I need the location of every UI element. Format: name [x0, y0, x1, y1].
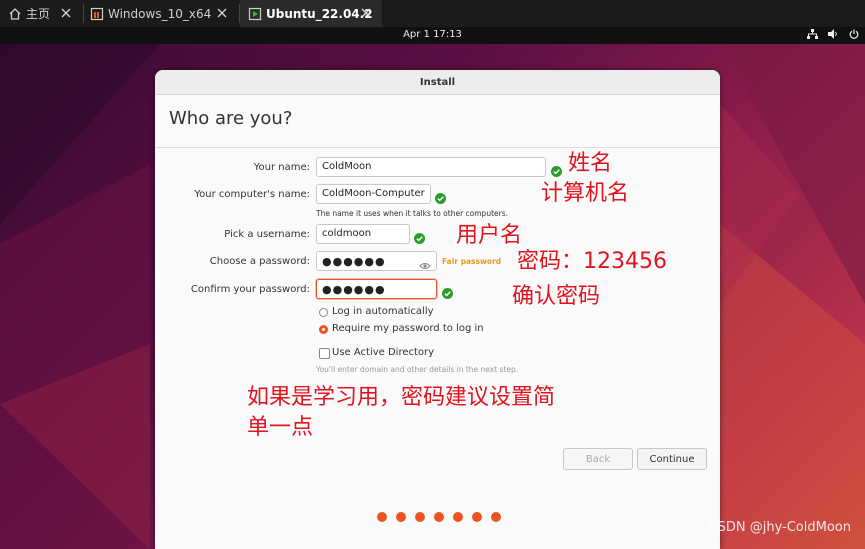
clock[interactable]: Apr 1 17:13 — [0, 29, 865, 40]
annotation-username: 用户名 — [456, 223, 523, 248]
annotation-confirm: 确认密码 — [512, 284, 601, 309]
require-password-label[interactable]: Require my password to log in — [332, 323, 484, 334]
valid-check-icon — [414, 229, 425, 244]
name-label: Your name: — [253, 162, 310, 173]
confirm-password-label: Confirm your password: — [190, 284, 310, 295]
tab-windows[interactable]: Windows_10_x64 — [84, 0, 238, 27]
annotation-advice-line1: 如果是学习用，密码建议设置简 — [247, 385, 556, 410]
password-strength: Fair password — [442, 257, 502, 266]
vm-tab-bar: 主页 Windows_10_x64 Ubuntu_22.04.2 — [0, 0, 865, 28]
login-auto-label[interactable]: Log in automatically — [332, 306, 434, 317]
tab-label: Windows_10_x64 — [108, 6, 212, 21]
progress-dot — [415, 512, 425, 522]
annotation-name: 姓名 — [568, 151, 613, 176]
valid-check-icon — [442, 284, 453, 299]
confirm-password-field[interactable]: ●●●●●● — [316, 279, 437, 299]
tab-home[interactable]: 主页 — [0, 0, 82, 27]
username-label: Pick a username: — [224, 229, 310, 240]
progress-dot — [491, 512, 501, 522]
valid-check-icon — [435, 189, 446, 204]
power-icon[interactable] — [849, 29, 859, 42]
csdn-watermark: CSDN @jhy-ColdMoon — [708, 520, 851, 535]
window-title: Install — [155, 70, 720, 95]
network-icon[interactable] — [807, 29, 818, 42]
tab-label: Ubuntu_22.04.2 — [266, 6, 373, 21]
progress-dot — [434, 512, 444, 522]
annotation-advice-line2: 单一点 — [247, 415, 314, 440]
install-window: Install Who are you? Your name: ColdMoon… — [155, 70, 720, 549]
name-field[interactable]: ColdMoon — [316, 157, 546, 177]
progress-dot — [396, 512, 406, 522]
annotation-computer: 计算机名 — [541, 181, 630, 206]
continue-button[interactable]: Continue — [637, 448, 707, 470]
require-password-radio[interactable] — [319, 325, 328, 334]
back-button[interactable]: Back — [563, 448, 633, 470]
close-icon[interactable] — [358, 5, 374, 21]
show-password-eye-icon[interactable] — [419, 256, 431, 275]
username-field[interactable]: coldmoon — [316, 224, 410, 244]
password-label: Choose a password: — [209, 256, 310, 267]
page-title: Who are you? — [169, 108, 293, 129]
tab-label: 主页 — [26, 7, 51, 21]
close-icon[interactable] — [58, 5, 74, 21]
valid-check-icon — [551, 162, 562, 177]
close-icon[interactable] — [214, 5, 230, 21]
tab-ubuntu[interactable]: Ubuntu_22.04.2 — [240, 0, 382, 27]
computer-name-field[interactable]: ColdMoon-Computer — [316, 184, 431, 204]
vm-icon — [90, 7, 104, 21]
gnome-top-bar: Apr 1 17:13 — [0, 27, 865, 44]
login-auto-radio[interactable] — [319, 308, 328, 317]
active-directory-checkbox[interactable] — [319, 348, 330, 359]
active-directory-label[interactable]: Use Active Directory — [332, 347, 434, 358]
active-directory-hint: You'll enter domain and other details in… — [316, 365, 519, 374]
annotation-password: 密码：123456 — [517, 249, 667, 274]
computer-name-label: Your computer's name: — [194, 189, 310, 200]
volume-icon[interactable] — [828, 29, 839, 42]
progress-dot — [377, 512, 387, 522]
system-tray[interactable] — [807, 29, 859, 42]
progress-dot — [453, 512, 463, 522]
vm-running-icon — [248, 7, 262, 21]
computer-name-hint: The name it uses when it talks to other … — [316, 209, 509, 218]
progress-dot — [472, 512, 482, 522]
home-icon — [8, 7, 22, 21]
